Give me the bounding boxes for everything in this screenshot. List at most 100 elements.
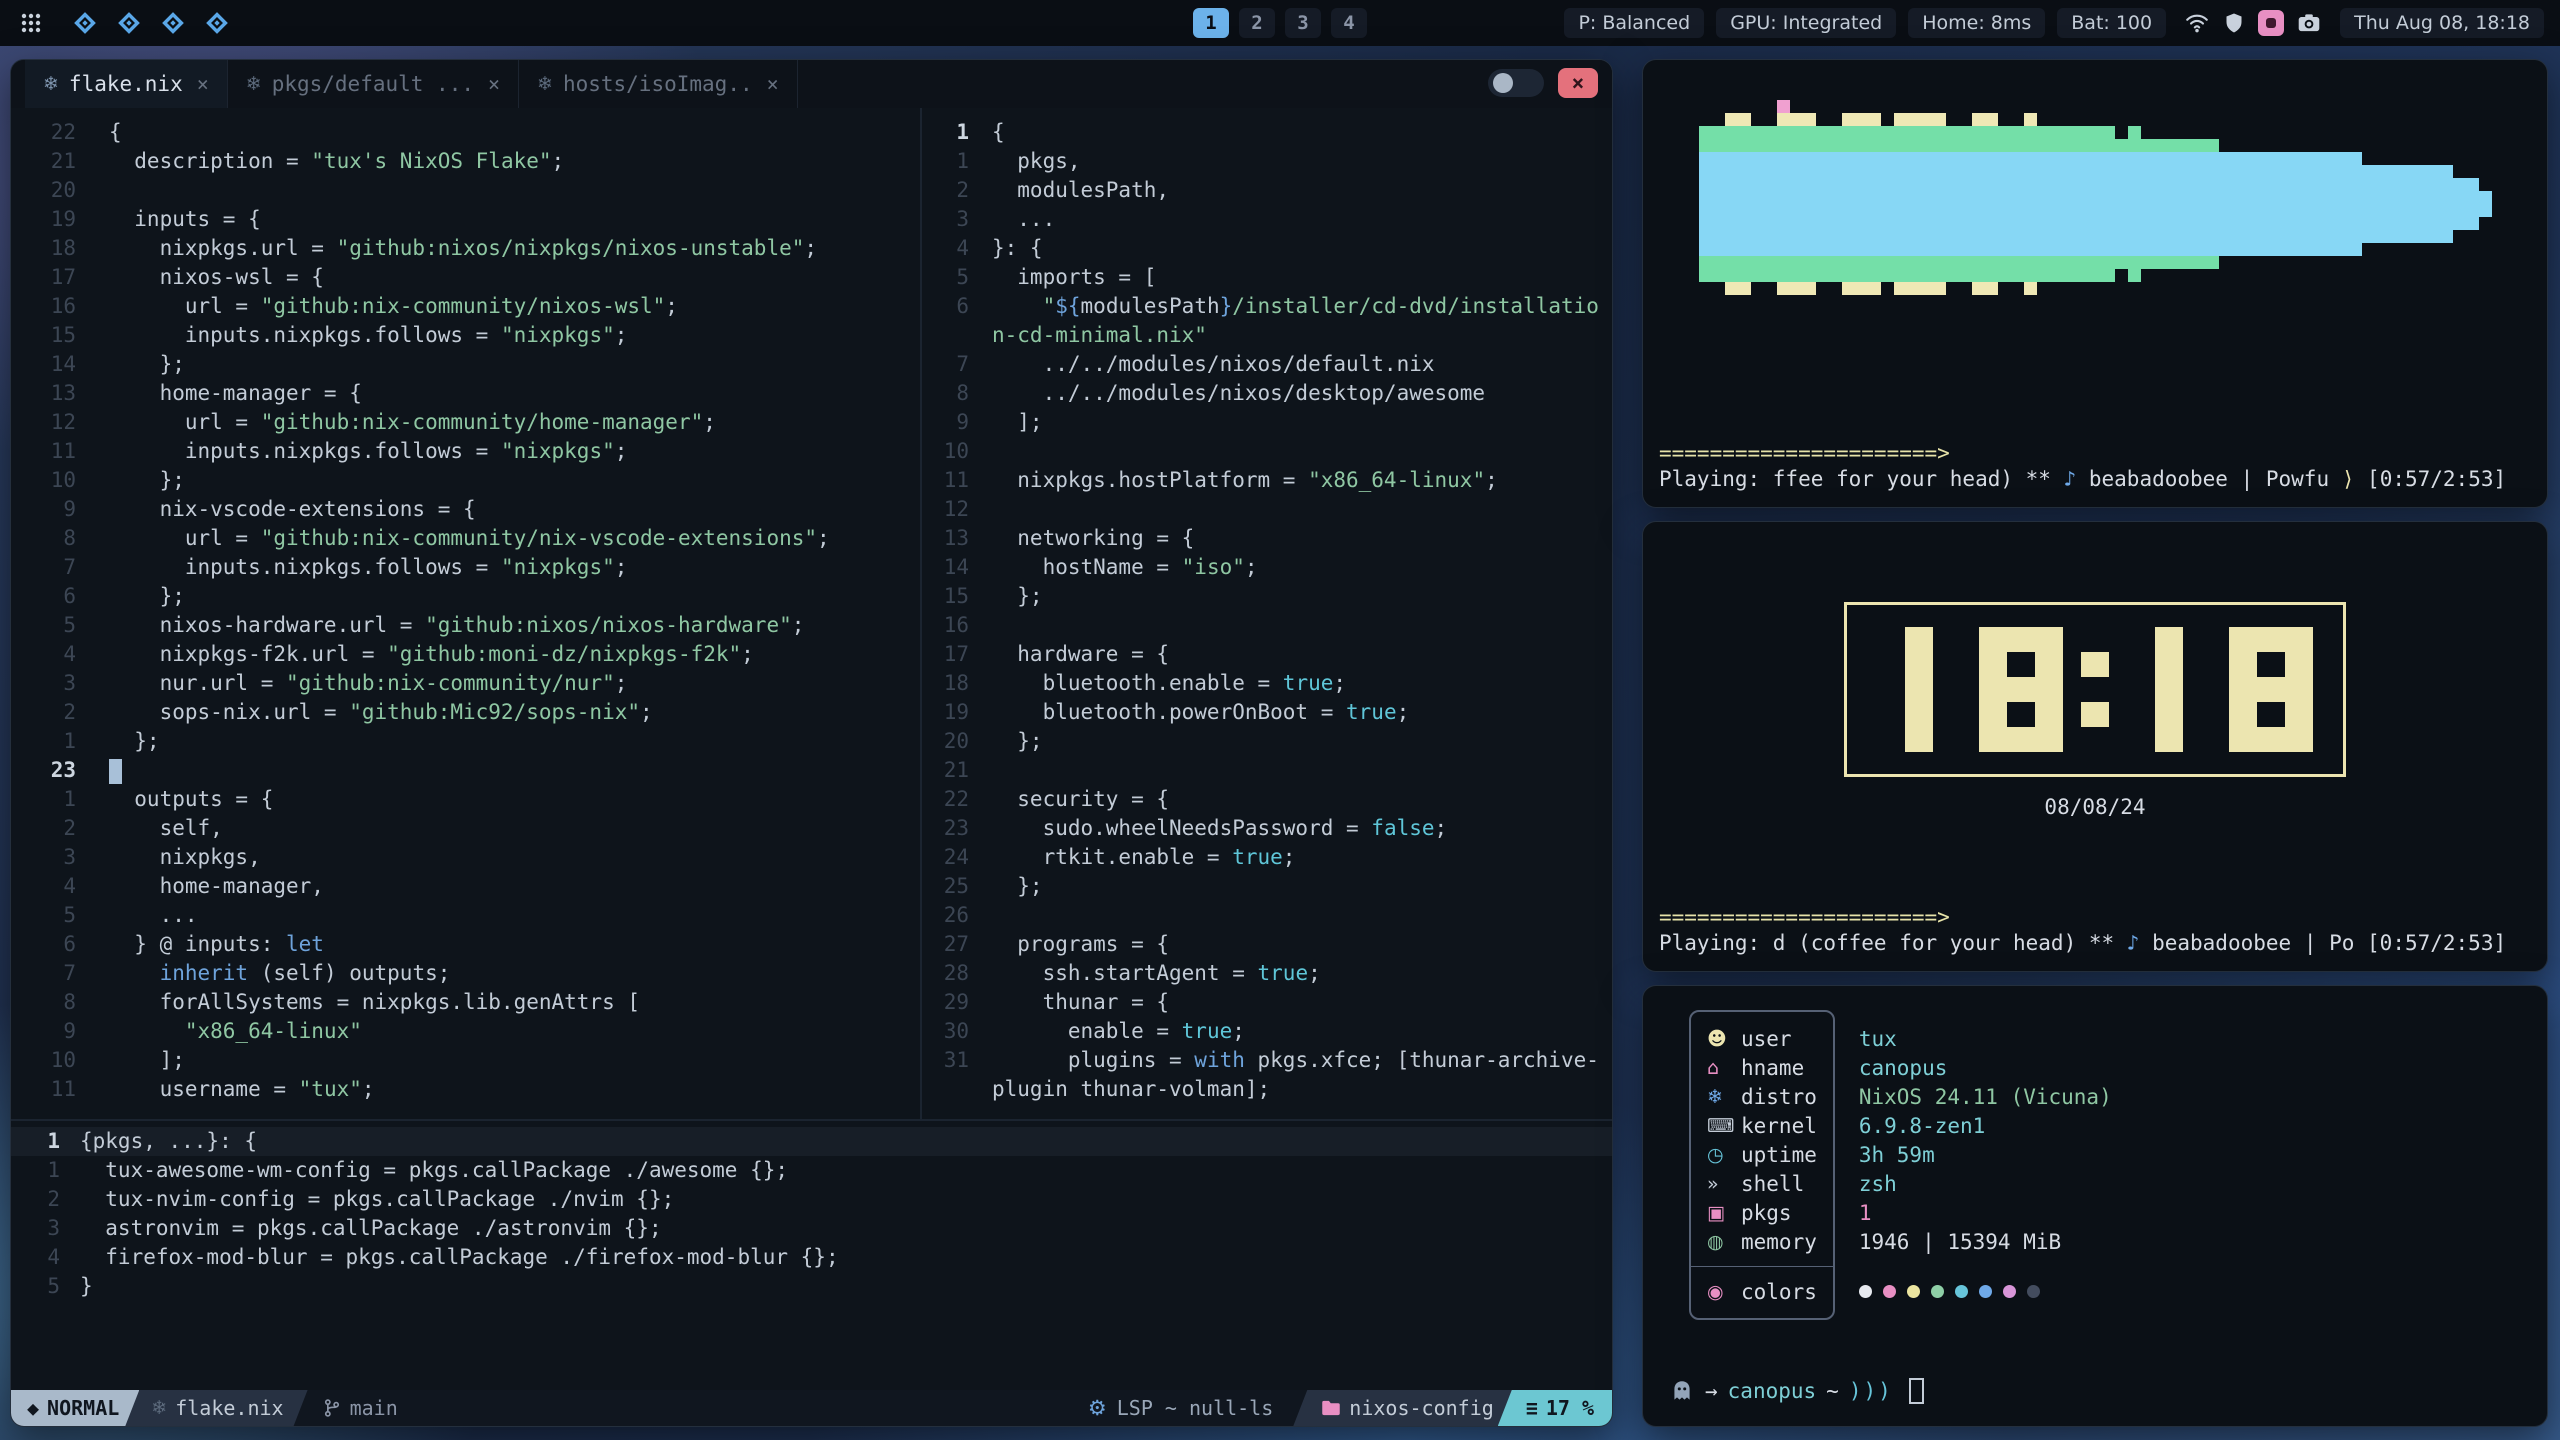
code-line[interactable]: 31 plugins = with pkgs.xfce; [thunar-arc… <box>922 1046 1612 1075</box>
close-tab-icon[interactable]: × <box>767 72 779 96</box>
clock-pixel <box>2183 702 2211 727</box>
code-line[interactable]: 1 pkgs, <box>922 147 1612 176</box>
code-line[interactable]: 7 inherit (self) outputs; <box>11 959 920 988</box>
code-line[interactable]: 2 modulesPath, <box>922 176 1612 205</box>
code-line[interactable]: 1{pkgs, ...}: { <box>11 1127 1612 1156</box>
code-line[interactable]: 1 }; <box>11 727 920 756</box>
code-line[interactable]: 20 <box>11 176 920 205</box>
clock-pixel <box>2127 677 2155 702</box>
dock-app-icon[interactable] <box>202 8 232 38</box>
code-line[interactable]: 10 <box>922 437 1612 466</box>
code-line[interactable]: 6 }; <box>11 582 920 611</box>
code-line[interactable]: 19 inputs = { <box>11 205 920 234</box>
code-line[interactable]: 28 ssh.startAgent = true; <box>922 959 1612 988</box>
dock-app-icon[interactable] <box>114 8 144 38</box>
code-line[interactable]: 13 networking = { <box>922 524 1612 553</box>
statusline-filename: ❄ flake.nix <box>123 1390 307 1426</box>
wifi-icon[interactable] <box>2184 10 2210 36</box>
code-line[interactable]: 4}: { <box>922 234 1612 263</box>
code-line[interactable]: 14 hostName = "iso"; <box>922 553 1612 582</box>
app-launcher-button[interactable] <box>16 8 46 38</box>
code-line[interactable]: 1 tux-awesome-wm-config = pkgs.callPacka… <box>11 1156 1612 1185</box>
code-line[interactable]: 21 <box>922 756 1612 785</box>
code-line[interactable]: 29 thunar = { <box>922 988 1612 1017</box>
workspace-tag-3[interactable]: 3 <box>1285 8 1321 38</box>
code-line[interactable]: 15 inputs.nixpkgs.follows = "nixpkgs"; <box>11 321 920 350</box>
code-line[interactable]: 23 sudo.wheelNeedsPassword = false; <box>922 814 1612 843</box>
code-line[interactable]: 19 bluetooth.powerOnBoot = true; <box>922 698 1612 727</box>
code-line[interactable]: n-cd-minimal.nix" <box>922 321 1612 350</box>
shell-prompt[interactable]: → canopus ~ ))) <box>1643 1378 2547 1426</box>
code-line[interactable]: 18 nixpkgs.url = "github:nixos/nixpkgs/n… <box>11 234 920 263</box>
code-line[interactable]: 9 "x86_64-linux" <box>11 1017 920 1046</box>
code-line[interactable]: 30 enable = true; <box>922 1017 1612 1046</box>
code-line[interactable]: 15 }; <box>922 582 1612 611</box>
code-line[interactable]: 16 <box>922 611 1612 640</box>
code-line[interactable]: 13 home-manager = { <box>11 379 920 408</box>
code-line[interactable]: plugin thunar-volman]; <box>922 1075 1612 1104</box>
code-line[interactable]: 4 home-manager, <box>11 872 920 901</box>
close-tab-icon[interactable]: × <box>488 72 500 96</box>
code-line[interactable]: 16 url = "github:nix-community/nixos-wsl… <box>11 292 920 321</box>
code-line[interactable]: 2 sops-nix.url = "github:Mic92/sops-nix"… <box>11 698 920 727</box>
code-line[interactable]: 6 "${modulesPath}/installer/cd-dvd/insta… <box>922 292 1612 321</box>
code-line[interactable]: 17 hardware = { <box>922 640 1612 669</box>
code-line[interactable]: 27 programs = { <box>922 930 1612 959</box>
code-line[interactable]: 5 imports = [ <box>922 263 1612 292</box>
code-line[interactable]: 8 ../../modules/nixos/desktop/awesome <box>922 379 1612 408</box>
code-line[interactable]: 9 ]; <box>922 408 1612 437</box>
code-line[interactable]: 7 inputs.nixpkgs.follows = "nixpkgs"; <box>11 553 920 582</box>
code-line[interactable]: 3 astronvim = pkgs.callPackage ./astronv… <box>11 1214 1612 1243</box>
code-line[interactable]: 6 } @ inputs: let <box>11 930 920 959</box>
workspace-tag-4[interactable]: 4 <box>1331 8 1367 38</box>
code-line[interactable]: 20 }; <box>922 727 1612 756</box>
shield-icon[interactable] <box>2222 11 2246 35</box>
dock-app-icon[interactable] <box>158 8 188 38</box>
workspace-tag-2[interactable]: 2 <box>1239 8 1275 38</box>
code-line[interactable]: 23 <box>11 756 920 785</box>
window-toggle-switch[interactable] <box>1488 69 1544 97</box>
code-line[interactable]: 3 nixpkgs, <box>11 843 920 872</box>
clock-pixel <box>2035 652 2063 677</box>
code-line[interactable]: 10 ]; <box>11 1046 920 1075</box>
code-line[interactable]: 3 ... <box>922 205 1612 234</box>
code-line[interactable]: 5 nixos-hardware.url = "github:nixos/nix… <box>11 611 920 640</box>
recorder-indicator-icon[interactable] <box>2258 10 2284 36</box>
code-line[interactable]: 11 nixpkgs.hostPlatform = "x86_64-linux"… <box>922 466 1612 495</box>
window-close-button[interactable]: × <box>1558 68 1598 98</box>
workspace-tag-1[interactable]: 1 <box>1193 8 1229 38</box>
code-line[interactable]: 2 self, <box>11 814 920 843</box>
code-line[interactable]: 21 description = "tux's NixOS Flake"; <box>11 147 920 176</box>
code-line[interactable]: 3 nur.url = "github:nix-community/nur"; <box>11 669 920 698</box>
editor-tab[interactable]: ❄pkgs/default ...× <box>228 60 519 108</box>
camera-icon[interactable] <box>2296 10 2322 36</box>
code-line[interactable]: 12 url = "github:nix-community/home-mana… <box>11 408 920 437</box>
close-tab-icon[interactable]: × <box>197 72 209 96</box>
code-line[interactable]: 14 }; <box>11 350 920 379</box>
editor-tab[interactable]: ❄flake.nix× <box>25 60 228 108</box>
code-line[interactable]: 11 username = "tux"; <box>11 1075 920 1104</box>
code-line[interactable]: 18 bluetooth.enable = true; <box>922 669 1612 698</box>
code-line[interactable]: 11 inputs.nixpkgs.follows = "nixpkgs"; <box>11 437 920 466</box>
code-line[interactable]: 8 forAllSystems = nixpkgs.lib.genAttrs [ <box>11 988 920 1017</box>
editor-tab[interactable]: ❄hosts/isoImag..× <box>519 60 798 108</box>
code-line[interactable]: 7 ../../modules/nixos/default.nix <box>922 350 1612 379</box>
dock-app-icon[interactable] <box>70 8 100 38</box>
code-line[interactable]: 2 tux-nvim-config = pkgs.callPackage ./n… <box>11 1185 1612 1214</box>
code-line[interactable]: 1 outputs = { <box>11 785 920 814</box>
code-line[interactable]: 10 }; <box>11 466 920 495</box>
code-line[interactable]: 26 <box>922 901 1612 930</box>
code-line[interactable]: 22{ <box>11 118 920 147</box>
code-line[interactable]: 25 }; <box>922 872 1612 901</box>
code-line[interactable]: 8 url = "github:nix-community/nix-vscode… <box>11 524 920 553</box>
code-line[interactable]: 4 firefox-mod-blur = pkgs.callPackage ./… <box>11 1243 1612 1272</box>
code-line[interactable]: 1{ <box>922 118 1612 147</box>
code-line[interactable]: 9 nix-vscode-extensions = { <box>11 495 920 524</box>
code-line[interactable]: 24 rtkit.enable = true; <box>922 843 1612 872</box>
code-line[interactable]: 5} <box>11 1272 1612 1301</box>
code-line[interactable]: 22 security = { <box>922 785 1612 814</box>
code-line[interactable]: 5 ... <box>11 901 920 930</box>
code-line[interactable]: 4 nixpkgs-f2k.url = "github:moni-dz/nixp… <box>11 640 920 669</box>
code-line[interactable]: 12 <box>922 495 1612 524</box>
code-line[interactable]: 17 nixos-wsl = { <box>11 263 920 292</box>
